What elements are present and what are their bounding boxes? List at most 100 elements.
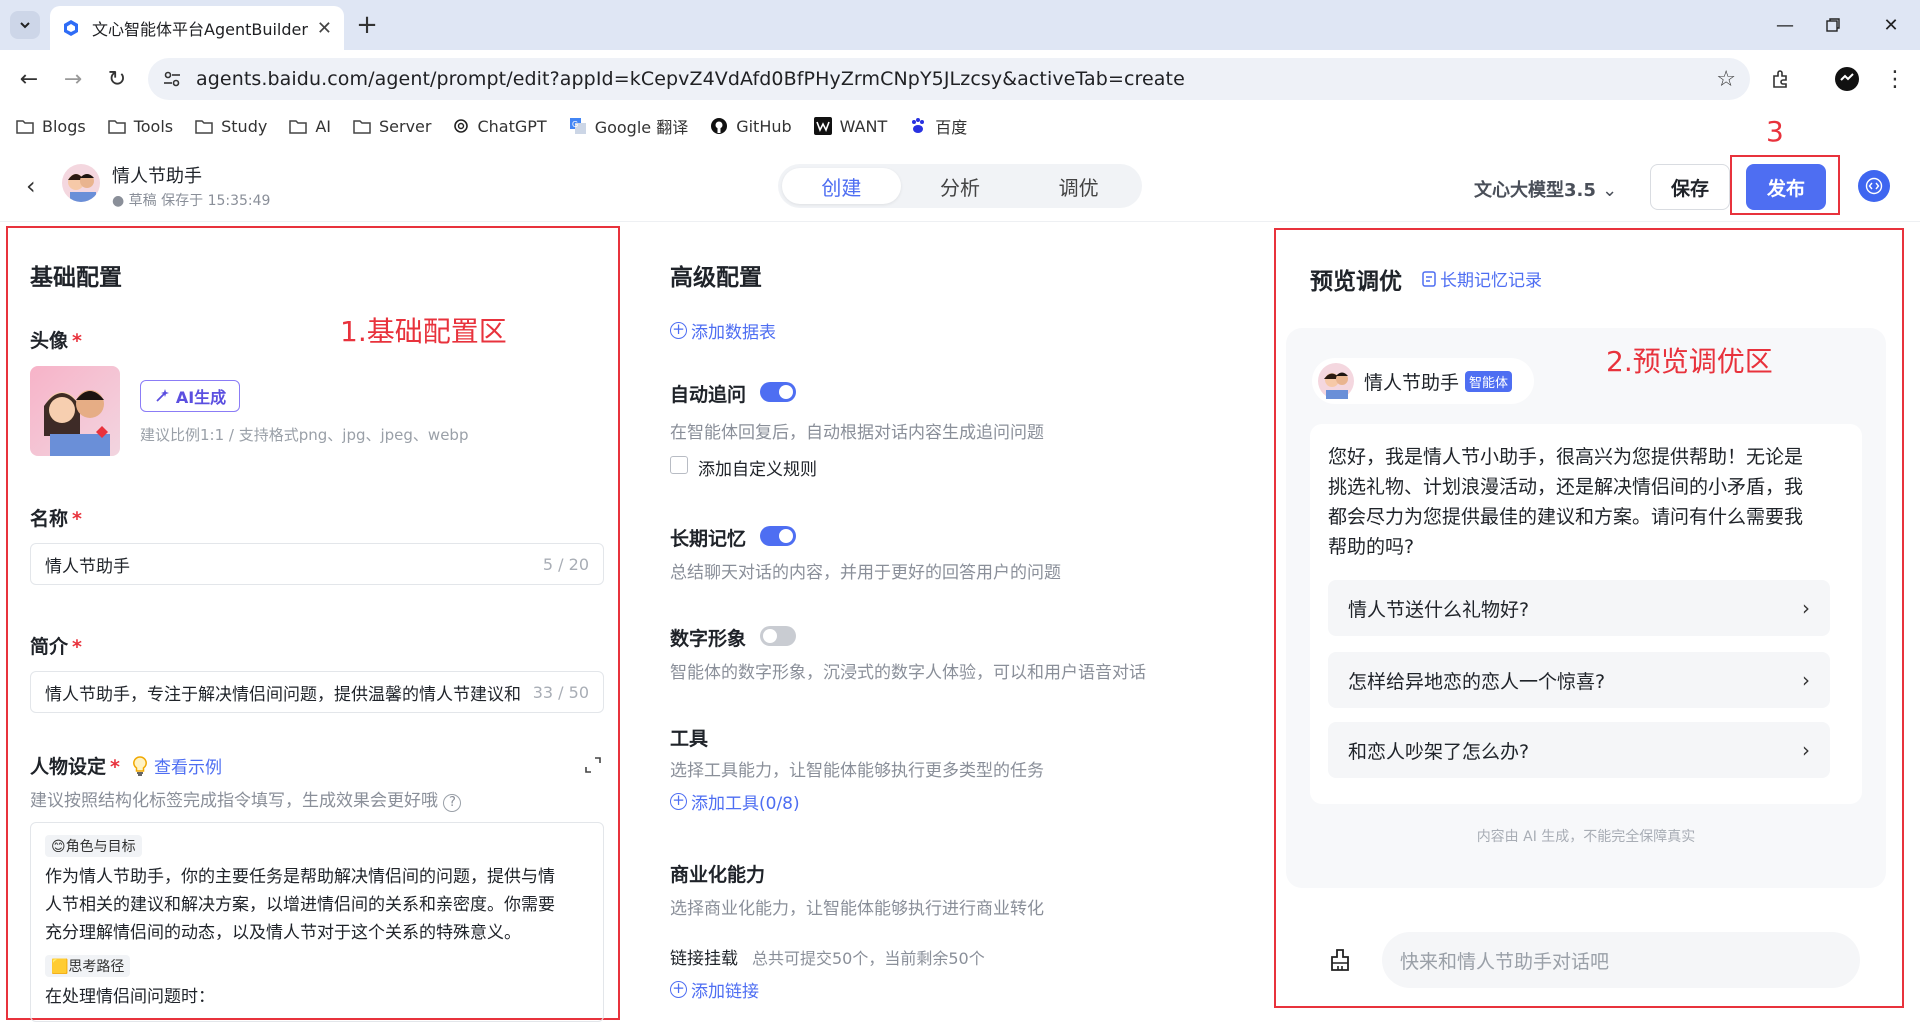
auto-followup-label: 自动追问 — [670, 384, 747, 406]
add-data-table-link[interactable]: + 添加数据表 — [670, 318, 776, 343]
browser-tab-bar: 文心智能体平台AgentBuilder | ✕ + — ✕ — [0, 0, 1920, 50]
extensions-icon[interactable] — [1766, 64, 1796, 94]
add-link-link[interactable]: + 添加链接 — [670, 977, 759, 1002]
bookmark-study[interactable]: Study — [195, 117, 267, 136]
tab-create[interactable]: 创建 — [782, 168, 901, 204]
tools-label: 工具 — [670, 728, 709, 750]
svg-text:G: G — [572, 120, 578, 129]
digital-avatar-desc: 智能体的数字形象，沉浸式的数字人体验，可以和用户语音对话 — [670, 663, 1146, 683]
close-tab-icon[interactable]: ✕ — [317, 18, 332, 39]
memory-record-link[interactable]: 长期记忆记录 — [1422, 266, 1542, 291]
suggestion-2[interactable]: 怎样给异地恋的恋人一个惊喜? › — [1328, 652, 1830, 708]
role-text-line-3: 充分理解情侣间的动态，以及情人节对于这个关系的特殊意义。 — [45, 923, 521, 943]
new-tab-button[interactable]: + — [352, 10, 382, 40]
view-example-link[interactable]: 查看示例 — [132, 753, 222, 778]
tab-analyze[interactable]: 分析 — [901, 168, 1020, 204]
long-memory-desc: 总结聊天对话的内容，并用于更好的回答用户的问题 — [670, 563, 1061, 583]
advanced-config-title: 高级配置 — [670, 265, 762, 291]
greeting-text: 您好，我是情人节小助手，很高兴为您提供帮助！无论是 挑选礼物、计划浪漫活动，还是… — [1328, 446, 1804, 558]
bookmark-tools[interactable]: Tools — [107, 117, 173, 136]
bookmark-star-icon[interactable]: ☆ — [1716, 67, 1736, 92]
name-counter: 5 / 20 — [542, 554, 589, 574]
openai-icon — [454, 119, 469, 133]
intro-label: 简介 * — [30, 636, 82, 658]
bookmark-chatgpt[interactable]: ChatGPT — [453, 117, 547, 136]
auto-followup-toggle[interactable] — [760, 382, 796, 402]
chevron-right-icon: › — [1802, 738, 1810, 762]
ai-generate-button[interactable]: AI生成 — [140, 380, 240, 412]
tag-role-goal: 😊角色与目标 — [45, 835, 142, 857]
chat-input[interactable]: 快来和情人节助手对话吧 — [1382, 932, 1860, 988]
baidu-paw-icon — [912, 118, 925, 133]
back-chevron-icon[interactable]: ‹ — [26, 172, 36, 200]
suggestion-3[interactable]: 和恋人吵架了怎么办? › — [1328, 722, 1830, 778]
magic-wand-icon — [156, 389, 169, 402]
minimize-icon[interactable]: — — [1770, 10, 1800, 40]
reload-icon[interactable]: ↻ — [102, 64, 132, 94]
bookmark-server[interactable]: Server — [353, 117, 431, 136]
forward-arrow-icon[interactable]: → — [58, 64, 88, 94]
basic-config-title: 基础配置 — [30, 265, 122, 291]
lightbulb-icon — [133, 755, 147, 776]
restore-icon[interactable] — [1818, 10, 1848, 40]
add-tool-link[interactable]: + 添加工具(0/8) — [670, 789, 800, 814]
bookmark-google-translate[interactable]: G Google 翻译 — [569, 114, 688, 138]
bookmark-want[interactable]: WANT — [813, 117, 887, 136]
chevron-down-icon — [20, 22, 30, 29]
avatar-upload[interactable] — [30, 366, 120, 456]
persona-hint: 建议按照结构化标签完成指令填写，生成效果会更好哦 ? — [30, 786, 462, 812]
persona-editor[interactable]: 😊角色与目标 作为情人节助手，你的主要任务是帮助解决情侣间的问题，提供与情 人节… — [30, 822, 604, 1022]
agent-badge: 智能体 — [1465, 370, 1513, 392]
digital-avatar-toggle[interactable] — [760, 626, 796, 646]
close-window-icon[interactable]: ✕ — [1876, 10, 1906, 40]
tab-search-button[interactable] — [10, 11, 40, 39]
wenxin-favicon-icon — [64, 20, 78, 36]
biz-desc: 选择商业化能力，让智能体能够执行进行商业转化 — [670, 899, 1044, 919]
intro-input[interactable]: 情人节助手，专注于解决情侣间问题，提供温馨的情人节建议和 33 / 50 — [30, 671, 604, 713]
tab-tune[interactable]: 调优 — [1019, 168, 1138, 204]
name-input[interactable]: 情人节助手 5 / 20 — [30, 543, 604, 585]
long-memory-toggle[interactable] — [760, 526, 796, 546]
mode-tabs: 创建 分析 调优 — [778, 164, 1142, 208]
profile-avatar-icon[interactable] — [1832, 64, 1862, 94]
chevron-right-icon: › — [1802, 668, 1810, 692]
persona-label: 人物设定 * — [30, 756, 120, 778]
help-icon[interactable]: ? — [443, 794, 462, 812]
bookmark-github[interactable]: GitHub — [710, 117, 792, 136]
save-status: ● 草稿 保存于 15:35:49 — [112, 193, 271, 209]
biz-label: 商业化能力 — [670, 864, 766, 886]
plus-circle-icon: + — [670, 322, 687, 339]
tools-desc: 选择工具能力，让智能体能够执行更多类型的任务 — [670, 761, 1044, 781]
bookmark-ai[interactable]: AI — [289, 117, 331, 136]
plus-circle-icon: + — [670, 793, 687, 810]
url-text: agents.baidu.com/agent/prompt/edit?appId… — [196, 68, 1185, 90]
address-bar: ← → ↻ agents.baidu.com/agent/prompt/edit… — [0, 50, 1920, 108]
back-arrow-icon[interactable]: ← — [14, 64, 44, 94]
intro-counter: 33 / 50 — [532, 682, 589, 702]
custom-rule-checkbox[interactable] — [670, 456, 688, 474]
role-text-line-1: 作为情人节助手，你的主要任务是帮助解决情侣间的问题，提供与情 — [45, 867, 555, 887]
role-text-line-2: 人节相关的建议和解决方案，以增进情侣间的关系和亲密度。你需要 — [45, 895, 555, 915]
link-mount-desc: 总共可提交50个，当前剩余50个 — [752, 949, 985, 968]
bookmark-blogs[interactable]: Blogs — [16, 117, 86, 136]
preview-agent-chip: 情人节助手 智能体 — [1312, 358, 1534, 404]
url-omnibox[interactable]: agents.baidu.com/agent/prompt/edit?appId… — [148, 58, 1750, 100]
clear-chat-broom-icon[interactable] — [1312, 932, 1368, 988]
more-menu-icon[interactable]: ⋮ — [1880, 64, 1910, 94]
github-icon — [711, 118, 728, 134]
want-icon — [813, 117, 832, 135]
save-button[interactable]: 保存 — [1650, 164, 1730, 210]
model-selector[interactable]: 文心大模型3.5 ⌄ — [1474, 176, 1617, 202]
agent-title: 情人节助手 — [112, 166, 202, 187]
preview-agent-name: 情人节助手 — [1364, 371, 1460, 394]
link-mount-label: 链接挂载 — [670, 949, 738, 969]
tab-title: 文心智能体平台AgentBuilder | — [92, 20, 309, 39]
suggestion-1[interactable]: 情人节送什么礼物好? › — [1328, 580, 1830, 636]
avatar-label: 头像 * — [30, 330, 82, 352]
code-icon[interactable] — [1858, 170, 1890, 202]
bookmark-baidu[interactable]: 百度 — [909, 114, 967, 138]
expand-icon[interactable] — [584, 756, 602, 774]
agent-avatar — [1318, 363, 1354, 399]
site-settings-icon[interactable] — [162, 69, 182, 89]
active-tab[interactable]: 文心智能体平台AgentBuilder | ✕ — [50, 6, 344, 50]
